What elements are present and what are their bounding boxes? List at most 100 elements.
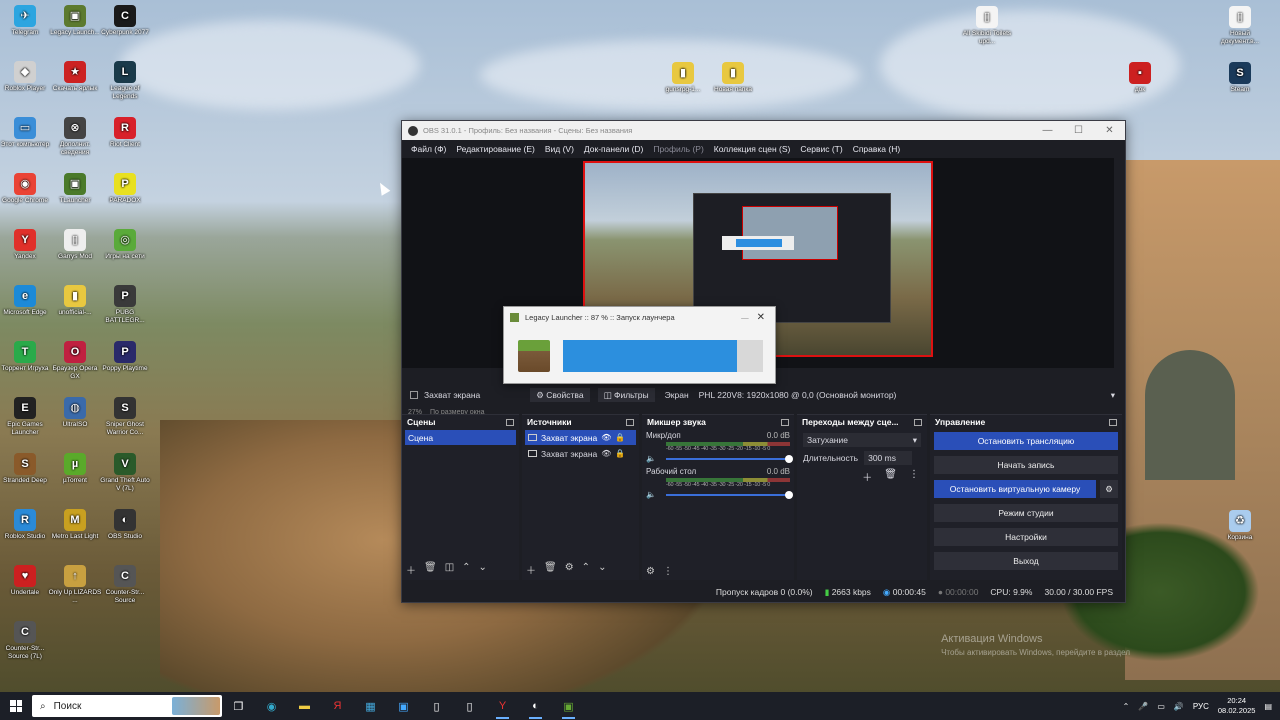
desktop-icon[interactable]: V Grand Theft Auto V (7L) <box>98 453 152 493</box>
trash-icon[interactable]: 🗑 <box>424 562 437 577</box>
desktop-icon[interactable]: C Counter-Str... Source <box>98 565 152 605</box>
more-icon[interactable]: ⋮ <box>909 469 919 484</box>
desktop-icon[interactable]: ◎ Игры на сети <box>98 229 152 261</box>
menu-item[interactable]: Профиль (P) <box>648 144 708 154</box>
desktop-icon[interactable]: S Stranded Deep <box>0 453 52 485</box>
desktop-icon[interactable]: P Poppy Playtime <box>98 341 152 373</box>
menu-item[interactable]: Файл (Ф) <box>406 144 451 154</box>
desktop-icon[interactable]: ⊗ Дополнит. сведения <box>48 117 102 157</box>
menu-item[interactable]: Справка (H) <box>848 144 906 154</box>
store-icon[interactable]: ▦ <box>354 692 387 720</box>
scene-item[interactable]: Сцена <box>405 430 516 445</box>
properties-button[interactable]: ⚙ Свойства <box>530 388 590 402</box>
duration-input[interactable]: 300 ms <box>864 451 913 465</box>
add-icon[interactable]: ＋ <box>406 562 416 577</box>
desktop-icon[interactable]: ▮ unofficial-... <box>48 285 102 317</box>
obs-title-bar[interactable]: OBS 31.0.1 - Профиль: Без названия - Сце… <box>402 121 1125 140</box>
language-indicator[interactable]: РУС <box>1193 702 1209 711</box>
desktop-icon[interactable]: M Metro Last Light <box>48 509 102 541</box>
menu-item[interactable]: Вид (V) <box>540 144 579 154</box>
desktop-icon[interactable]: C Cyberpunk 2077 <box>98 5 152 37</box>
desktop-icon[interactable]: ▯ All Skibidi Toilets upd... <box>960 6 1014 46</box>
add-icon[interactable]: ＋ <box>862 469 872 484</box>
desktop-icon[interactable]: ◍ UltraISO <box>48 397 102 429</box>
desktop-icon[interactable]: O Браузер Opera GX <box>48 341 102 381</box>
desktop-icon[interactable]: ▣ Legacy Launch... <box>48 5 102 37</box>
obs-icon[interactable]: ◐ <box>519 692 552 720</box>
source-item[interactable]: Захват экрана 👁 🔒 <box>525 446 636 461</box>
desktop-icon[interactable]: ◆ Roblox Player <box>0 61 52 93</box>
eye-icon[interactable]: 👁 <box>601 433 611 442</box>
close-icon[interactable]: ✕ <box>1094 125 1125 136</box>
desktop-icon[interactable]: Y Yandex <box>0 229 52 261</box>
trash-icon[interactable]: 🗑 <box>884 469 897 484</box>
control-button[interactable]: Начать запись <box>934 456 1118 474</box>
desktop-icon[interactable]: ▣ TLauncher <box>48 173 102 205</box>
desktop-icon[interactable]: S Steam <box>1213 62 1267 94</box>
add-icon[interactable]: ＋ <box>526 562 536 577</box>
chevron-up-icon[interactable]: ⌃ <box>1123 702 1130 711</box>
task-view-icon[interactable]: ❐ <box>222 692 255 720</box>
control-button[interactable]: Выход <box>934 552 1118 570</box>
filters-button[interactable]: ◫ Фильтры <box>597 388 655 402</box>
desktop-icon[interactable]: ◐ OBS Studio <box>98 509 152 541</box>
menu-item[interactable]: Сервис (T) <box>795 144 847 154</box>
desktop-icon[interactable]: ▮ Новая папка <box>706 62 760 94</box>
yandex-icon[interactable]: Я <box>321 692 354 720</box>
desktop-icon[interactable]: µ µTorrent <box>48 453 102 485</box>
desktop-icon[interactable]: e Microsoft Edge <box>0 285 52 317</box>
control-button[interactable]: Режим студии <box>934 504 1118 522</box>
desktop-icon[interactable]: R Roblox Studio <box>0 509 52 541</box>
control-button[interactable]: Остановить трансляцию <box>934 432 1118 450</box>
popout-icon[interactable] <box>626 418 634 426</box>
desktop-icon[interactable]: ↑ Only Up LIZARDS ... <box>48 565 102 605</box>
control-button[interactable]: Настройки <box>934 528 1118 546</box>
volume-slider[interactable] <box>666 490 793 499</box>
desktop-icon[interactable]: T Торрент Игруха <box>0 341 52 373</box>
minimize-icon[interactable]: — <box>1032 125 1063 136</box>
taskbar-search[interactable]: ⌕ Поиск <box>32 695 222 717</box>
desktop-icon[interactable]: ▪ док <box>1113 62 1167 94</box>
transition-type-select[interactable]: Затухание ▾ <box>803 433 921 447</box>
desktop-icon[interactable]: C Counter-Str... Source (7L) <box>0 621 52 661</box>
desktop-icon[interactable]: ◉ Google Chrome <box>0 173 52 205</box>
explorer-icon[interactable]: ▬ <box>288 692 321 720</box>
lock-icon[interactable]: 🔒 <box>615 449 625 458</box>
close-icon[interactable]: ✕ <box>757 312 765 323</box>
arrow-up-icon[interactable]: ⌃ <box>462 562 470 577</box>
lock-icon[interactable]: 🔒 <box>615 433 625 442</box>
yandex-browser-icon[interactable]: Y <box>486 692 519 720</box>
minimize-icon[interactable]: — <box>741 313 749 322</box>
notepad-icon[interactable]: ▯ <box>420 692 453 720</box>
microphone-icon[interactable]: 🎤 <box>1138 702 1148 711</box>
gear-icon[interactable]: ⚙ <box>565 562 574 577</box>
filter-icon[interactable]: ◫ <box>445 562 454 577</box>
app-icon[interactable]: ▣ <box>387 692 420 720</box>
edge-icon[interactable]: ◉ <box>255 692 288 720</box>
desktop-icon[interactable]: ✈ Telegram <box>0 5 52 37</box>
popout-icon[interactable] <box>781 418 789 426</box>
source-visibility-checkbox[interactable] <box>410 391 418 399</box>
desktop-icon[interactable]: L League of Legends <box>98 61 152 101</box>
file-icon[interactable]: ▯ <box>453 692 486 720</box>
screen-select[interactable]: PHL 220V8: 1920x1080 @ 0,0 (Основной мон… <box>699 390 897 400</box>
control-button[interactable]: Остановить виртуальную камеру <box>934 480 1096 498</box>
desktop-icon[interactable]: ▮ gunsrpg-1... <box>656 62 710 94</box>
more-icon[interactable]: ⋮ <box>663 566 673 577</box>
network-icon[interactable]: ▭ <box>1157 702 1165 711</box>
volume-icon[interactable]: 🔊 <box>1174 702 1184 711</box>
speaker-icon[interactable]: 🔈 <box>646 490 666 499</box>
clock[interactable]: 20:24 08.02.2025 <box>1218 696 1256 716</box>
desktop-icon[interactable]: ▯ Garrys Mod <box>48 229 102 261</box>
chevron-down-icon[interactable]: ▾ <box>1111 390 1115 401</box>
desktop-icon[interactable]: E Epic Games Launcher <box>0 397 52 437</box>
speaker-icon[interactable]: 🔈 <box>646 454 666 463</box>
notifications-icon[interactable]: ▤ <box>1264 702 1272 711</box>
desktop-icon[interactable]: ♻ Корзина <box>1213 510 1267 542</box>
desktop-icon[interactable]: R Riot Client <box>98 117 152 149</box>
popout-icon[interactable] <box>506 418 514 426</box>
popout-icon[interactable] <box>914 418 922 426</box>
desktop-icon[interactable]: P PUBG BATTLEGR... <box>98 285 152 325</box>
maximize-icon[interactable]: ☐ <box>1063 125 1094 136</box>
menu-item[interactable]: Док-панели (D) <box>579 144 648 154</box>
